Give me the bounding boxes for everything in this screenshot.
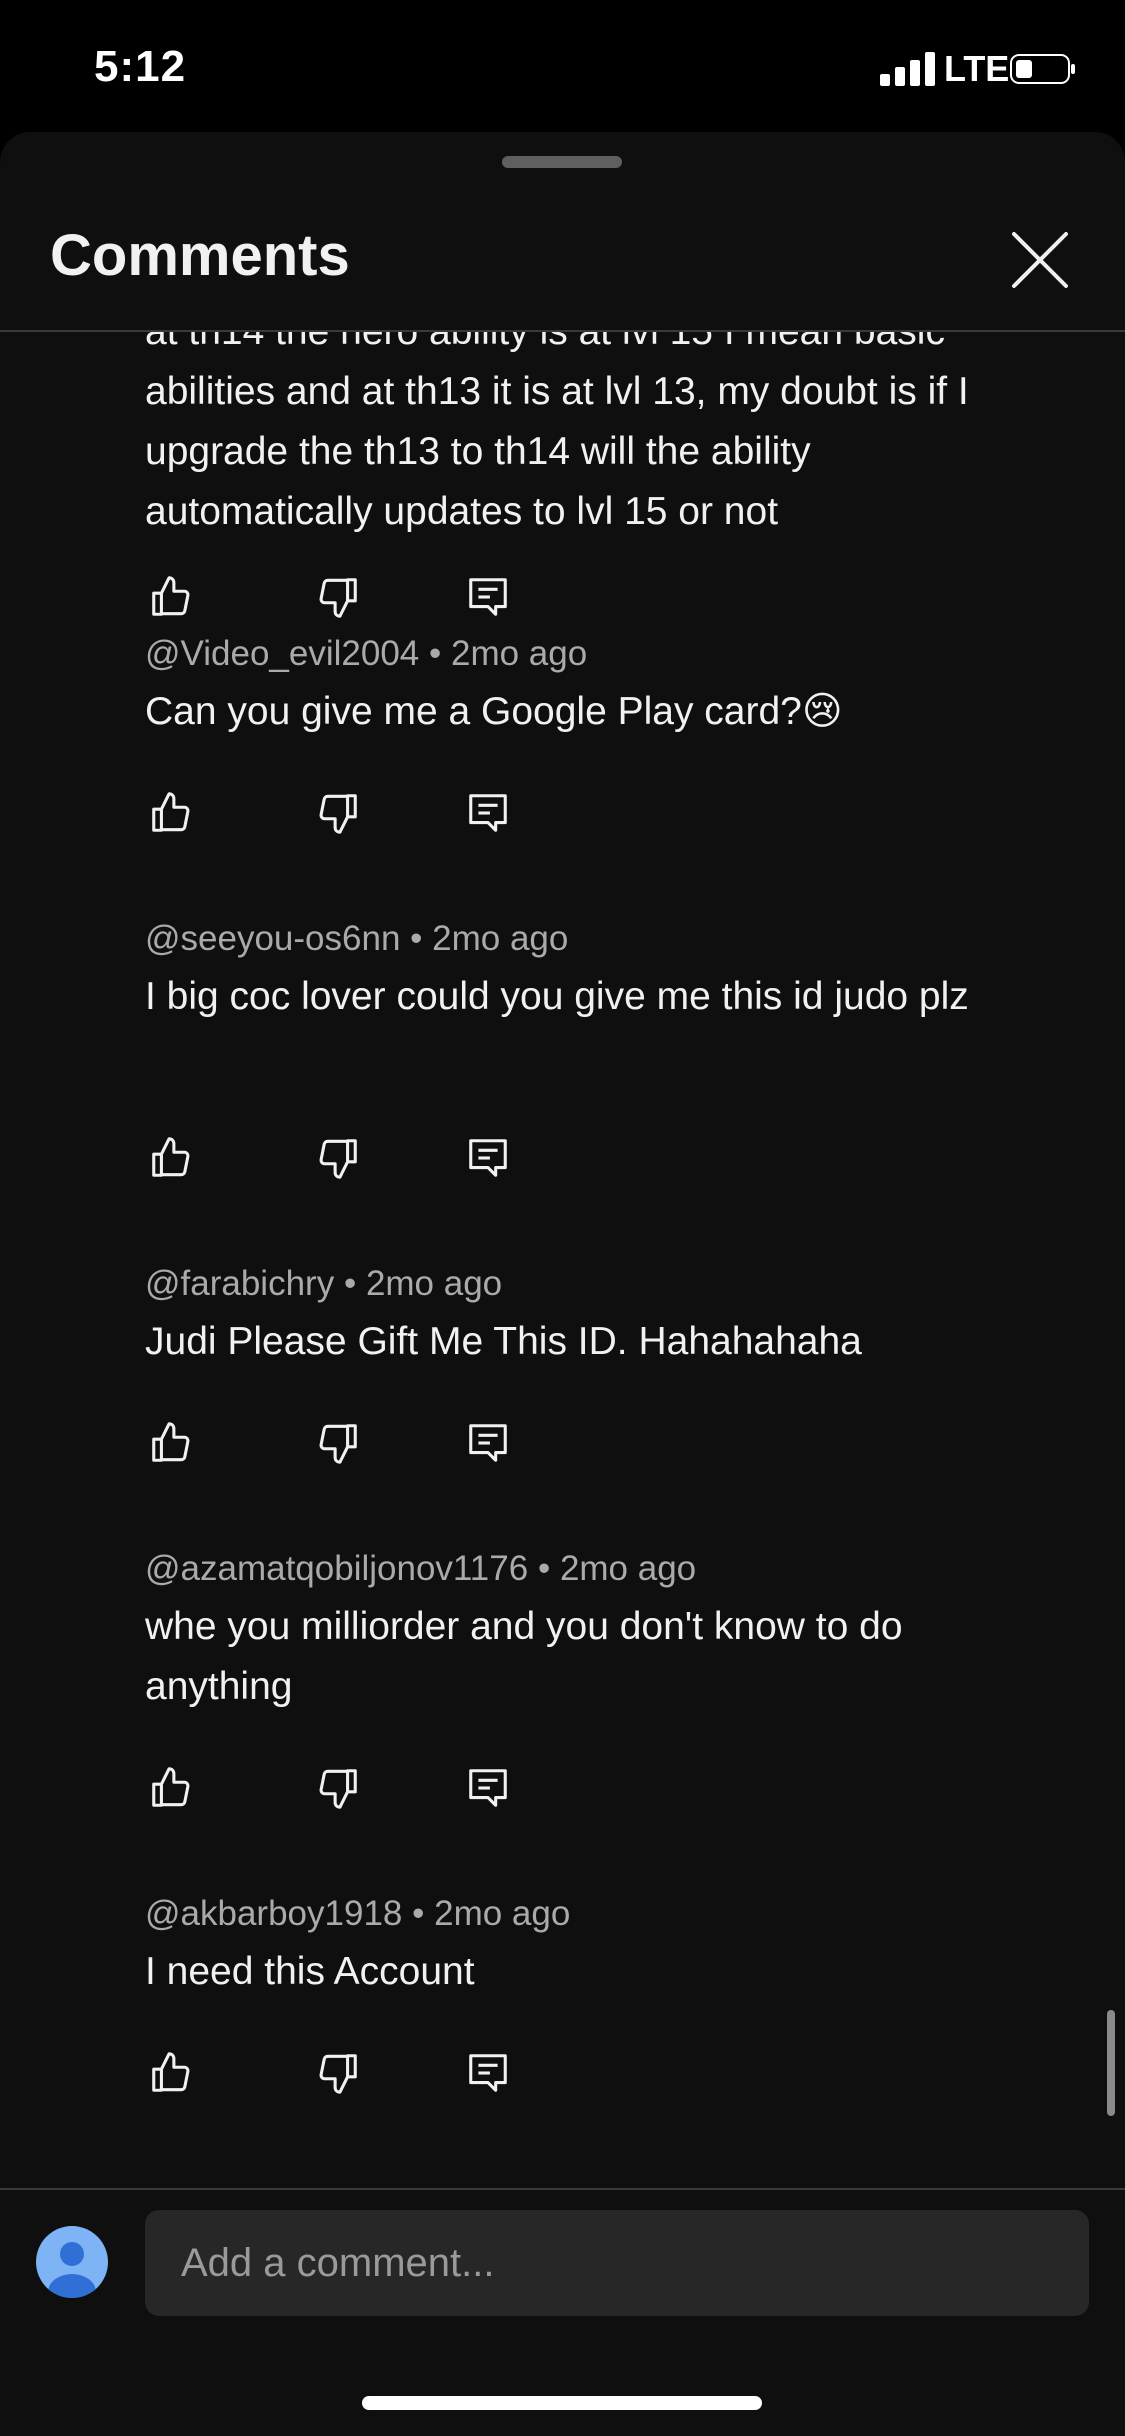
reply-icon [469,1769,507,1807]
comment-text: I big coc lover could you give me this i… [145,975,969,1018]
comment-age: 2mo ago [365,1264,503,1303]
like-button[interactable] [148,1420,194,1466]
comment-text: whe you milliorder and you don't know to… [145,1605,903,1708]
reply-button[interactable] [465,574,511,620]
dislike-button[interactable] [315,790,361,836]
thumbs-up-icon [152,1767,190,1807]
home-indicator [362,2396,762,2410]
like-button[interactable] [148,1135,194,1181]
comment-meta: @farabichry • 2mo ago [145,1264,502,1304]
dislike-button[interactable] [315,2050,361,2096]
comment-composer [0,2188,1125,2436]
comment-author[interactable]: @azamatqobiljonov1176 [145,1549,528,1588]
sheet-title: Comments [50,223,350,288]
comment-text: Can you give me a Google Play card?😢 [145,690,843,733]
avatar[interactable] [36,2226,108,2298]
dislike-button[interactable] [315,1420,361,1466]
status-bar: 5:12 LTE [0,0,1125,132]
battery-icon [1010,54,1075,84]
comment-actions [145,574,545,624]
thumbs-down-icon [319,794,357,834]
reply-button[interactable] [465,790,511,836]
dislike-button[interactable] [315,1765,361,1811]
like-button[interactable] [148,790,194,836]
reply-button[interactable] [465,1765,511,1811]
comment-actions [145,1420,545,1470]
comment-actions [145,1135,545,1185]
reply-button[interactable] [465,1135,511,1181]
like-button[interactable] [148,2050,194,2096]
thumbs-up-icon [152,1137,190,1177]
network-type: LTE [944,48,1010,89]
meta-separator: • [412,1894,425,1933]
comment-text: at th14 the hero ability is at lvl 15 I … [145,332,969,533]
dislike-button[interactable] [315,574,361,620]
thumbs-up-icon [152,576,190,616]
like-button[interactable] [148,574,194,620]
sheet-drag-handle[interactable] [502,156,622,168]
composer-divider [0,2188,1125,2190]
reply-icon [469,1424,507,1462]
scrollbar[interactable] [1107,2010,1115,2116]
close-icon[interactable] [1008,228,1072,292]
comment-meta: @azamatqobiljonov1176 • 2mo ago [145,1549,696,1589]
sheet-header: Comments [0,192,1125,330]
user-avatar-icon [48,2242,96,2298]
comment-input[interactable] [145,2210,1089,2316]
comment-item: at th14 the hero ability is at lvl 15 I … [0,332,1125,622]
comments-sheet: Comments at th14 the hero ability is at … [0,132,1125,2436]
thumbs-up-icon [152,1422,190,1462]
reply-icon [469,794,507,832]
thumbs-down-icon [319,1424,357,1464]
comment-age: 2mo ago [451,634,588,673]
comment-actions [145,790,545,840]
comment-item: @farabichry • 2mo ago Judi Please Gift M… [0,1252,1125,1537]
comment-age: 2mo ago [559,1549,697,1588]
like-button[interactable] [148,1765,194,1811]
reply-button[interactable] [465,1420,511,1466]
comment-author[interactable]: @Video_evil2004 [145,634,419,673]
reply-button[interactable] [465,2050,511,2096]
comment-text: Judi Please Gift Me This ID. Hahahahaha [145,1320,862,1363]
thumbs-down-icon [319,2054,357,2094]
thumbs-up-icon [152,792,190,832]
reply-icon [469,1139,507,1177]
comment-item: @akbarboy1918 • 2mo ago I need this Acco… [0,1882,1125,2167]
thumbs-down-icon [319,1139,357,1179]
comment-item: @Video_evil2004 • 2mo ago Can you give m… [0,622,1125,907]
comment-age: 2mo ago [434,1894,571,1933]
comment-author[interactable]: @akbarboy1918 [145,1894,402,1933]
comment-actions [145,1765,545,1815]
comment-item: @azamatqobiljonov1176 • 2mo ago whe you … [0,1537,1125,1882]
thumbs-down-icon [319,578,357,618]
status-time: 5:12 [94,42,187,91]
comment-author[interactable]: @farabichry [145,1264,334,1303]
reply-icon [469,2054,507,2092]
comment-author[interactable]: @seeyou-os6nn [145,919,400,958]
meta-separator: • [343,1264,357,1303]
comment-meta: @seeyou-os6nn • 2mo ago [145,919,568,959]
meta-separator: • [429,634,442,673]
reply-icon [469,578,507,616]
dislike-button[interactable] [315,1135,361,1181]
comment-item: @seeyou-os6nn • 2mo ago I big coc lover … [0,907,1125,1252]
comment-age: 2mo ago [432,919,569,958]
thumbs-down-icon [319,1769,357,1809]
comments-list[interactable]: at th14 the hero ability is at lvl 15 I … [0,332,1125,2318]
comment-actions [145,2050,545,2100]
comment-meta: @Video_evil2004 • 2mo ago [145,634,587,674]
comment-meta: @akbarboy1918 • 2mo ago [145,1894,570,1934]
comment-text: I need this Account [145,1950,475,1993]
thumbs-up-icon [152,2052,190,2092]
meta-separator: • [410,919,423,958]
meta-separator: • [537,1549,551,1588]
signal-icon [880,52,935,86]
